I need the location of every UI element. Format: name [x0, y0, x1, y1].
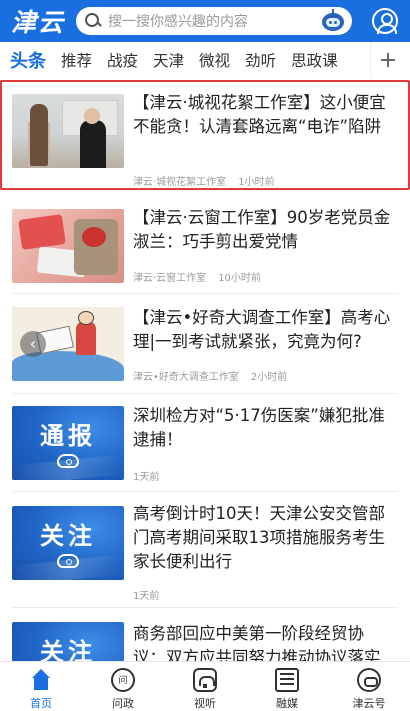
card-word: 关注	[40, 638, 96, 661]
card-word: 关注	[40, 522, 96, 550]
add-channel-icon[interactable]	[370, 42, 404, 78]
user-profile-icon[interactable]	[372, 8, 398, 34]
news-meta: 1天前	[133, 587, 171, 602]
bottom-nav: 首页 问 问政 视听 融媒 津云号	[0, 661, 410, 711]
nav-rongmei[interactable]: 融媒	[246, 662, 328, 711]
news-title: 商务部回应中美第一阶段经贸协议：双方应共同努力推动协议落实	[133, 624, 381, 661]
tab-jinting[interactable]: 劲听	[245, 49, 276, 71]
news-title: 深圳检方对“5·17伤医案”嫌犯批准逮捕！	[133, 406, 385, 449]
news-time: 1小时前	[238, 177, 275, 188]
robot-assistant-icon[interactable]	[320, 9, 346, 33]
nav-home-label: 首页	[30, 697, 52, 710]
media-icon	[275, 668, 299, 692]
app-screen: 津云 搜一搜你感兴趣的内容 头条 推荐 战疫 天津 微视 劲听 思政课 【津云·…	[0, 0, 410, 711]
tab-zhanyi[interactable]: 战疫	[107, 49, 138, 71]
news-source: 津云·城视花絮工作室	[133, 177, 227, 188]
nav-rongmei-label: 融媒	[276, 697, 298, 710]
nav-jinyunhao-label: 津云号	[352, 697, 386, 710]
news-thumbnail	[12, 94, 124, 168]
tab-tianjin[interactable]: 天津	[153, 49, 184, 71]
news-title: 高考倒计时10天！天津公安交管部门高考期间采取13项措施服务考生家长便利出行	[133, 504, 385, 571]
news-title: 【津云·云窗工作室】90岁老党员金淑兰：巧手剪出爱党情	[133, 208, 391, 251]
nav-shiting[interactable]: 视听	[164, 662, 246, 711]
tab-tuijian[interactable]: 推荐	[61, 49, 92, 71]
nav-jinyunhao[interactable]: 津云号	[328, 662, 410, 711]
news-thumbnail: 通报	[12, 406, 124, 480]
search-placeholder: 搜一搜你感兴趣的内容	[108, 14, 248, 30]
news-item[interactable]: 【津云·云窗工作室】90岁老党员金淑兰：巧手剪出爱党情 津云·云窗工作室 10小时…	[0, 196, 410, 294]
news-item[interactable]: 关注 高考倒计时10天！天津公安交管部门高考期间采取13项措施服务考生家长便利出…	[0, 492, 410, 608]
news-item[interactable]: 通报 深圳检方对“5·17伤医案”嫌犯批准逮捕！ 1天前	[0, 394, 410, 492]
ask-icon: 问	[111, 668, 135, 692]
news-meta: 津云·城视花絮工作室 1小时前	[133, 173, 287, 188]
news-title: 【津云·城视花絮工作室】这小便宜不能贪！认清套路远离“电诈”陷阱	[133, 93, 386, 136]
search-bar[interactable]: 搜一搜你感兴趣的内容	[76, 7, 352, 35]
home-icon	[29, 668, 53, 692]
news-item[interactable]: ‹ 【津云•好奇大调查工作室】高考心理|一到考试就紧张，究竟为何? 津云•好奇大…	[0, 294, 410, 394]
news-time: 2小时前	[250, 372, 288, 383]
nav-shiting-label: 视听	[194, 697, 216, 710]
news-thumbnail: 关注	[12, 622, 124, 661]
cloud-logo-icon	[57, 454, 79, 468]
card-word: 通报	[40, 422, 96, 450]
app-logo[interactable]: 津云	[0, 3, 76, 39]
news-item[interactable]: 【津云·城视花絮工作室】这小便宜不能贪！认清套路远离“电诈”陷阱 津云·城视花絮…	[0, 80, 410, 190]
nav-wenzheng-label: 问政	[112, 697, 134, 710]
news-item[interactable]: 关注 商务部回应中美第一阶段经贸协议：双方应共同努力推动协议落实	[0, 608, 410, 661]
search-icon	[84, 12, 102, 30]
top-bar: 津云 搜一搜你感兴趣的内容	[0, 0, 410, 42]
news-feed[interactable]: 【津云·城视花絮工作室】这小便宜不能贪！认清套路远离“电诈”陷阱 津云·城视花絮…	[0, 80, 410, 661]
news-time: 1天前	[133, 591, 160, 602]
news-time: 10小时前	[218, 273, 261, 284]
tab-weishi[interactable]: 微视	[199, 49, 230, 71]
tab-sizhengke[interactable]: 思政课	[291, 49, 338, 71]
channel-tabs: 头条 推荐 战疫 天津 微视 劲听 思政课	[0, 42, 410, 78]
tab-toutiao[interactable]: 头条	[10, 47, 46, 73]
news-meta: 1天前	[133, 468, 171, 483]
nav-home[interactable]: 首页	[0, 662, 82, 711]
jinyunhao-icon	[357, 668, 381, 692]
back-arrow-icon[interactable]: ‹	[20, 331, 46, 357]
cloud-logo-icon	[57, 554, 79, 568]
news-thumbnail: 关注	[12, 506, 124, 580]
news-source: 津云·云窗工作室	[133, 273, 207, 284]
nav-wenzheng[interactable]: 问 问政	[82, 662, 164, 711]
listen-icon	[193, 668, 217, 692]
news-source: 津云•好奇大调查工作室	[133, 372, 239, 383]
news-meta: 津云•好奇大调查工作室 2小时前	[133, 368, 299, 383]
news-thumbnail	[12, 209, 124, 283]
news-time: 1天前	[133, 472, 160, 483]
news-title: 【津云•好奇大调查工作室】高考心理|一到考试就紧张，究竟为何?	[133, 308, 391, 351]
news-thumbnail: ‹	[12, 307, 124, 381]
news-meta: 津云·云窗工作室 10小时前	[133, 269, 273, 284]
